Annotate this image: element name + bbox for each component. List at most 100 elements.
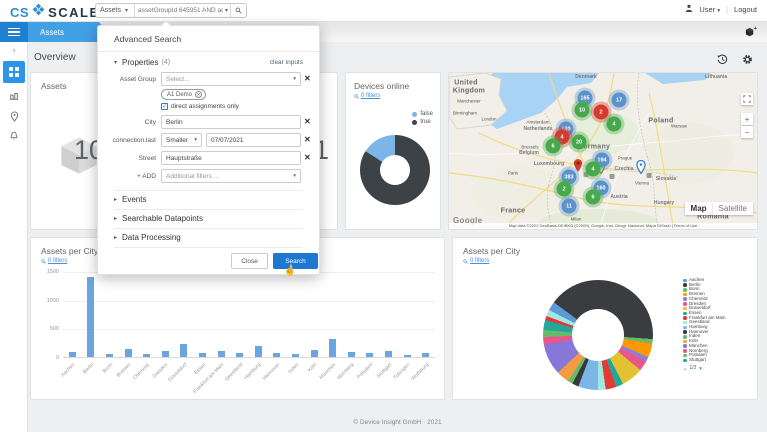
search-scope-dropdown[interactable]: Assets▾ [96,4,135,17]
map-attribution: Map data ©2021 GeoBasis-DE/BKG (©2009), … [449,223,757,229]
section-data-processing[interactable]: ▸Data Processing [114,233,181,242]
search-icon[interactable] [230,4,246,17]
clear-inputs-link[interactable]: clear inputs [270,59,303,66]
legend-item[interactable]: true [412,119,433,125]
bar[interactable] [199,353,206,357]
chevron-down-icon[interactable]: ▾ [223,7,230,14]
sidebar-item-assets[interactable] [0,86,28,106]
direct-assignments-checkbox[interactable]: ✓ direct assignments only [161,103,239,110]
bar[interactable] [404,355,411,357]
map-cluster-marker[interactable]: 6 [546,139,561,154]
map-cluster-marker[interactable]: 4 [607,117,622,132]
sidebar-item-dashboard[interactable] [3,61,25,83]
search-input[interactable]: assetGroupId 645951 AND addres... [135,7,223,14]
satellite-view-button[interactable]: Satellite [713,202,753,215]
zoom-out-button[interactable]: − [741,126,753,138]
legend-item[interactable]: Stuttgart [683,358,726,363]
bar[interactable] [255,346,262,357]
map-cluster-marker[interactable]: 6 [586,190,601,205]
chevron-down-icon: ▾ [717,8,720,14]
city-donut-chart[interactable] [543,280,653,390]
chevron-down-icon: ▾ [293,76,296,82]
chevron-down-icon[interactable]: ▾ [114,59,117,66]
legend-page-up-icon[interactable]: ▲ [683,366,687,371]
map-cluster-marker[interactable]: 10 [575,103,590,118]
gray-map-pin-icon[interactable] [609,167,616,185]
bar[interactable] [180,344,187,357]
filters-link[interactable]: 0 filters [463,258,747,264]
history-icon[interactable] [717,52,728,70]
fullscreen-button[interactable] [741,93,753,105]
bar[interactable] [106,354,113,357]
connection-value-input[interactable]: 07/07/2021 [206,133,301,147]
bar[interactable] [236,353,243,357]
bar[interactable] [162,351,169,357]
remove-filter-icon[interactable]: ✕ [304,136,311,144]
logo-scale-text: SCALE [48,5,100,20]
bar[interactable] [292,354,299,357]
map-cluster-marker[interactable]: 11 [562,199,577,214]
map-cluster-marker[interactable]: 2 [594,105,609,120]
bar[interactable] [69,352,76,357]
user-menu[interactable]: User ▾ [699,5,720,14]
chip-remove-icon[interactable]: ✕ [195,91,202,98]
street-input[interactable]: Hauptstraße [161,151,301,165]
sidebar-item-alarms[interactable] [0,126,28,146]
assets-map-card[interactable]: UnitedKingdomFranceGermanyPolandCzechiaA… [448,72,758,230]
legend-dot [683,316,687,320]
devices-online-card: Devices online 0 filters falsetrue [345,72,441,230]
tab-assets[interactable]: Assets [28,22,108,42]
remove-filter-icon[interactable]: ✕ [304,118,311,126]
bar[interactable] [143,354,150,357]
left-sidebar: › [0,42,28,432]
add-asset-button[interactable]: + [741,25,759,39]
map-cluster-marker[interactable]: 20 [572,135,587,150]
filters-link[interactable]: 0 filters [354,93,432,99]
gray-map-pin-icon[interactable] [646,166,653,184]
section-events[interactable]: ▸Events [114,195,146,204]
map-country-label: Lithuania [705,74,727,80]
bar[interactable] [218,351,225,357]
bar[interactable] [87,277,94,357]
asset-group-chip[interactable]: A1 Demo✕ [161,89,206,100]
asset-group-label: Asset Group [98,76,156,83]
connection-operator-select[interactable]: Smaller▾ [161,133,202,147]
logout-button[interactable]: Logout [734,5,757,14]
bar[interactable] [311,350,318,357]
building-icon [9,91,19,101]
filter-magnifier-icon [41,259,46,264]
additional-filters-select[interactable]: Additional filters ...▾ [161,169,301,183]
bar[interactable] [329,339,336,357]
bar[interactable] [125,349,132,357]
close-button[interactable]: Close [231,253,268,269]
bar[interactable] [385,351,392,357]
bar[interactable] [422,353,429,357]
legend-item[interactable]: false [412,111,433,117]
bar[interactable] [366,353,373,357]
devices-online-legend: false true [412,111,433,125]
bar[interactable] [273,353,280,357]
app-header: CS SCALE Assets▾ assetGroupId 645951 AND… [0,0,767,22]
map-view-button[interactable]: Map [685,202,713,215]
map-cluster-marker[interactable]: 4 [586,162,601,177]
section-searchable-datapoints[interactable]: ▸Searchable Datapoints [114,214,203,223]
city-input[interactable]: Berlin [161,115,301,129]
map-cluster-marker[interactable]: 2 [557,182,572,197]
settings-gear-icon[interactable] [742,52,753,70]
global-search[interactable]: Assets▾ assetGroupId 645951 AND addres..… [95,3,247,18]
sidebar-item-locations[interactable] [0,106,28,126]
menu-toggle-button[interactable] [0,22,28,42]
legend-label: false [420,111,433,117]
user-icon [685,4,693,14]
section-properties[interactable]: Properties [122,58,158,67]
asset-group-select[interactable]: Select...▾ [161,72,301,86]
legend-page-down-icon[interactable]: ▼ [698,366,702,371]
devices-online-donut[interactable] [360,135,430,205]
bar[interactable] [348,352,355,357]
remove-filter-icon[interactable]: ✕ [304,154,311,162]
zoom-in-button[interactable]: + [741,113,753,125]
map-cluster-marker[interactable]: 17 [612,93,627,108]
legend-dot [683,340,687,344]
remove-filter-icon[interactable]: ✕ [304,75,311,83]
sidebar-collapse-toggle[interactable]: › [0,42,28,58]
